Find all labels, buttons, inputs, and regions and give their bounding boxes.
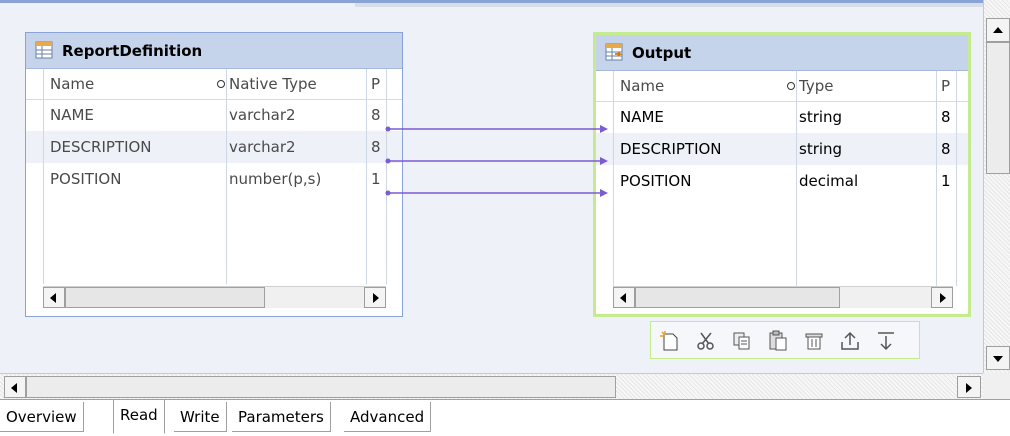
port-links [385,125,609,197]
link-position[interactable] [385,189,609,197]
move-up-icon[interactable] [839,330,861,352]
tab-overview[interactable]: Overview [0,402,84,432]
mapping-canvas[interactable]: ReportDefinition Name Native Type P NAME… [0,0,983,373]
scroll-thumb[interactable] [986,42,1010,174]
editor-tab-bar: Overview Read Write Parameters Advanced [0,399,1010,436]
link-name[interactable] [385,125,609,133]
arrow-right-icon [966,383,972,393]
tab-read[interactable]: Read [113,400,165,434]
port-toolbar [650,321,920,359]
tab-write[interactable]: Write [174,402,227,432]
arrow-left-icon [11,383,17,393]
scroll-down-button[interactable] [986,346,1010,370]
new-port-icon[interactable] [659,330,681,352]
scroll-left-button[interactable] [4,376,26,398]
paste-icon[interactable] [767,330,789,352]
tab-parameters[interactable]: Parameters [232,402,331,432]
cut-icon[interactable] [695,330,717,352]
link-description[interactable] [385,157,609,165]
delete-icon[interactable] [803,330,825,352]
tab-advanced[interactable]: Advanced [344,402,432,432]
move-down-icon[interactable] [875,330,897,352]
arrow-up-icon [993,27,1003,33]
canvas-vscrollbar[interactable] [983,0,1010,373]
scroll-right-button[interactable] [957,376,981,398]
canvas-hscrollbar[interactable] [0,373,983,399]
scroll-thumb[interactable] [26,376,616,398]
scroll-up-button[interactable] [986,18,1010,42]
scrollbar-corner [983,373,1010,399]
copy-icon[interactable] [731,330,753,352]
arrow-down-icon [993,356,1003,362]
